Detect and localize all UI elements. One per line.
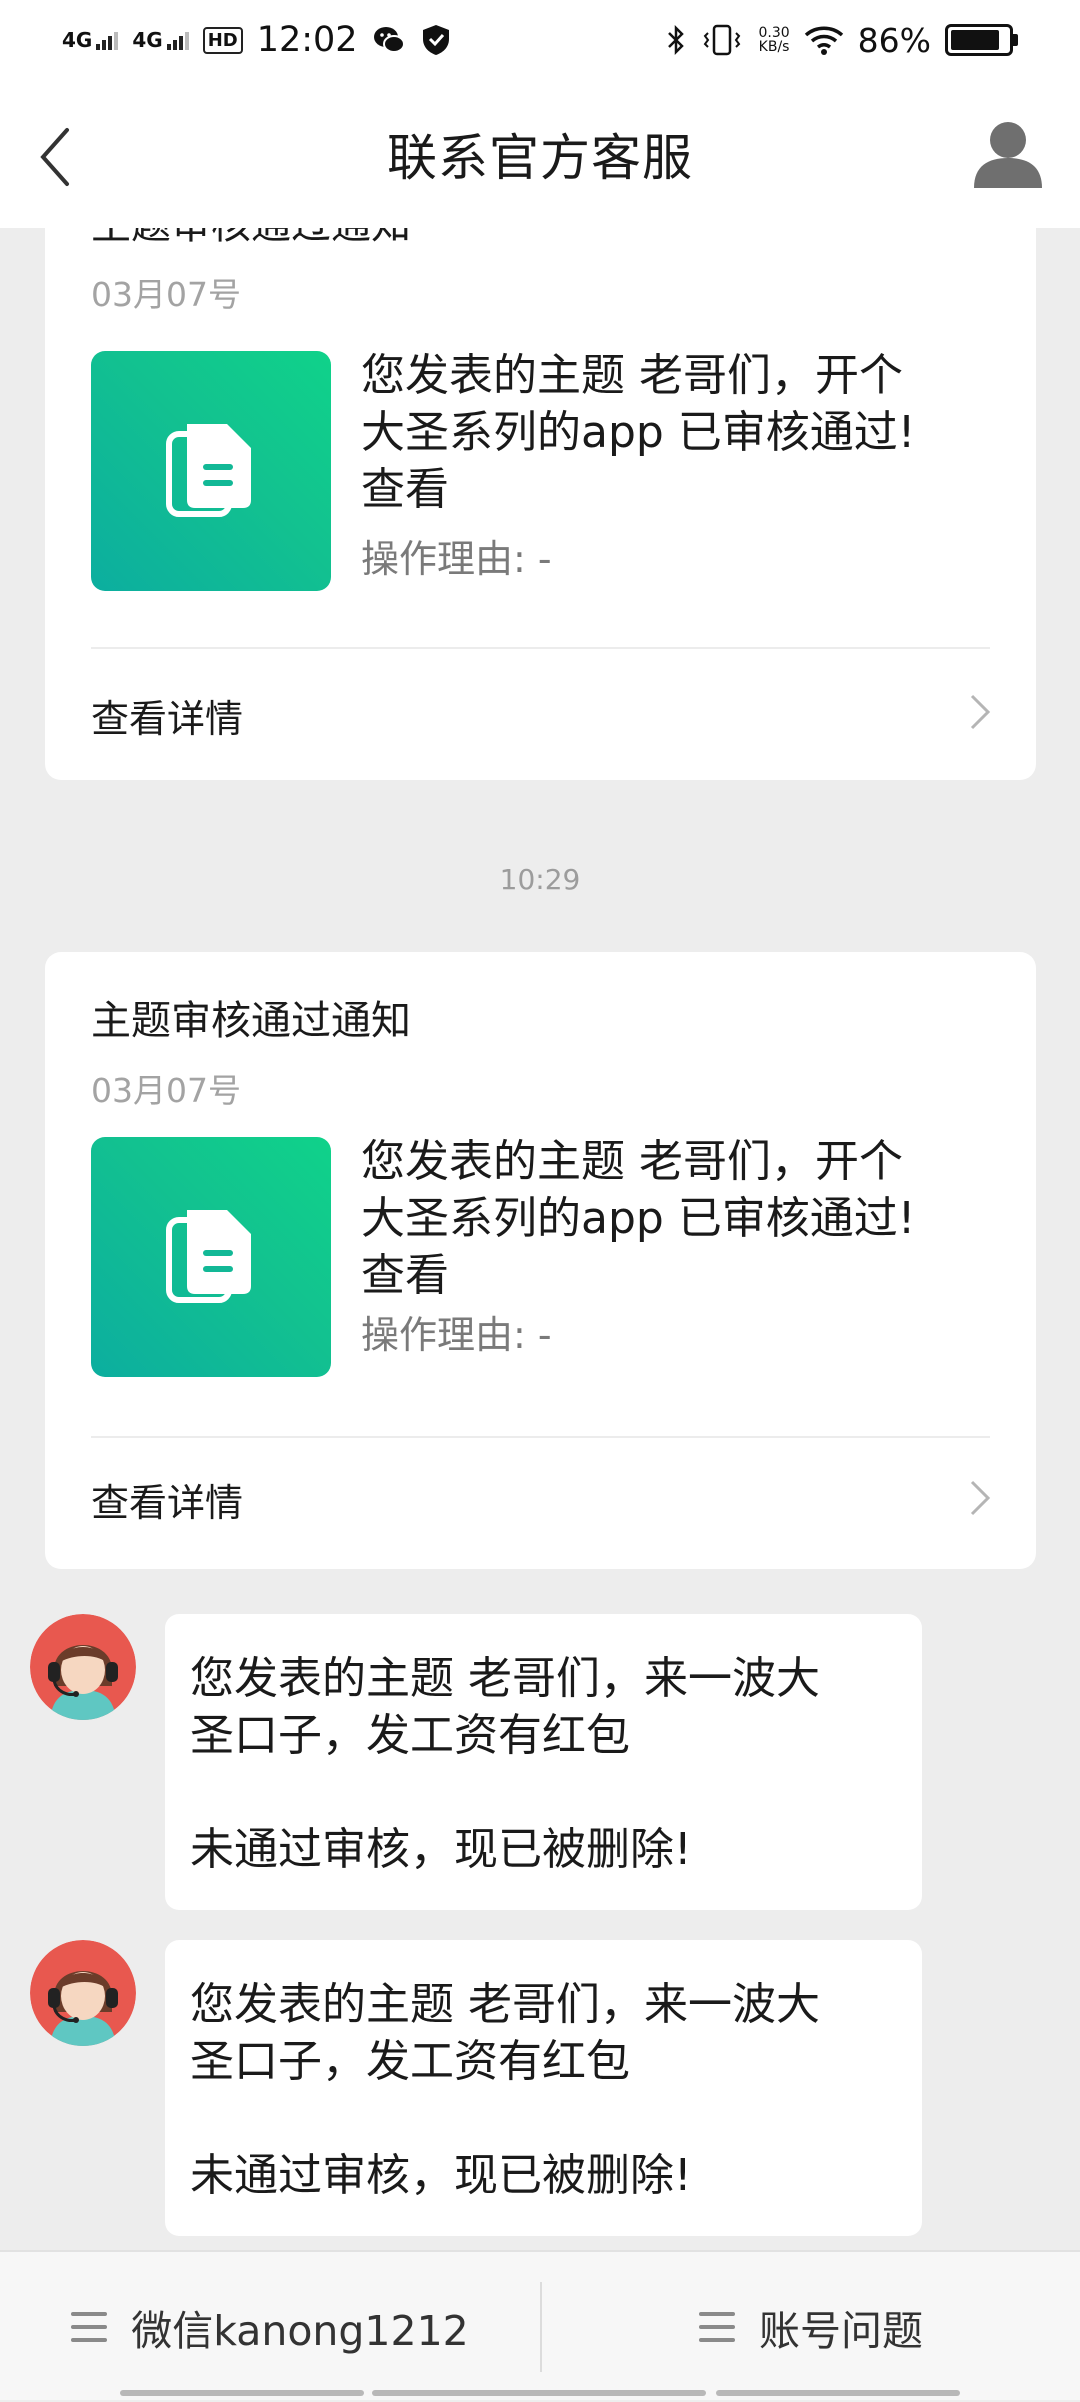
nav-bar: 联系官方客服 <box>0 80 1080 228</box>
vibrate-icon <box>704 24 741 56</box>
status-bar-left: 4G 4G HD 12:02 <box>62 20 452 60</box>
card-date: 03月07号 <box>91 1071 241 1110</box>
menu-icon <box>71 2312 108 2342</box>
gesture-indicator <box>716 2390 960 2396</box>
shield-icon <box>422 25 449 55</box>
message-line: 您发表的主题 老哥们，开个 <box>361 350 903 401</box>
user-profile-button[interactable] <box>972 118 1044 190</box>
support-agent-avatar-icon <box>30 1940 136 2046</box>
signal-4g-1: 4G <box>62 28 119 52</box>
message-line: 您发表的主题 老哥们，开个 <box>361 1136 903 1187</box>
support-agent-avatar-icon <box>30 1614 136 1720</box>
network-speed: 0.30 KB/s <box>758 26 789 54</box>
agent-avatar[interactable] <box>30 1940 136 2046</box>
document-thumbnail[interactable] <box>91 351 331 591</box>
battery-percent: 86% <box>857 20 931 60</box>
document-icon <box>166 424 251 517</box>
card-message: 您发表的主题 老哥们，开个 大圣系列的app 已审核通过! 查看 <box>361 1133 1001 1304</box>
wechat-icon <box>373 27 405 53</box>
message-line: 查看 <box>361 1250 449 1301</box>
bottom-menu-bar: 微信kanong1212 账号问题 <box>0 2250 1080 2400</box>
view-details-link[interactable]: 查看详情 <box>91 688 243 743</box>
menu-tab-label: 账号问题 <box>759 2307 923 2355</box>
document-icon <box>166 1210 251 1303</box>
status-bar: 4G 4G HD 12:02 0.30 KB/s 86% <box>0 0 1080 80</box>
card-reason: 操作理由: - <box>361 1313 552 1357</box>
message-line: 圣口子，发工资有红包 <box>190 2036 630 2087</box>
gesture-indicator <box>372 2390 706 2396</box>
bluetooth-icon <box>668 24 685 56</box>
message-line: 您发表的主题 老哥们，来一波大 <box>190 1653 820 1704</box>
card-date: 03月07号 <box>91 275 241 314</box>
menu-tab-account-issues[interactable]: 账号问题 <box>542 2252 1080 2402</box>
message-line: 查看 <box>361 464 449 515</box>
message-line: 圣口子，发工资有红包 <box>190 1710 630 1761</box>
message-line: 未通过审核，现已被删除! <box>190 2150 692 2201</box>
notification-card: 主题审核通过通知 03月07号 您发表的主题 老哥们，开个 大圣系列的app 已… <box>45 228 1036 780</box>
speed-unit: KB/s <box>758 39 790 55</box>
card-message: 您发表的主题 老哥们，开个 大圣系列的app 已审核通过! 查看 <box>361 347 1001 518</box>
card-divider <box>91 1436 990 1438</box>
chat-bubble: 您发表的主题 老哥们，来一波大 圣口子，发工资有红包 未通过审核，现已被删除! <box>165 1940 922 2236</box>
menu-icon <box>699 2312 735 2342</box>
chevron-right-icon <box>970 694 991 730</box>
wifi-icon <box>804 26 843 55</box>
message-line: 大圣系列的app 已审核通过! <box>361 1193 916 1244</box>
card-title: 主题审核通过通知 <box>91 228 411 250</box>
speed-value: 0.30 <box>758 25 790 41</box>
clock: 12:02 <box>256 20 358 60</box>
message-line: 未通过审核，现已被删除! <box>190 1824 692 1875</box>
message-line: 您发表的主题 老哥们，来一波大 <box>190 1979 820 2030</box>
view-details-link[interactable]: 查看详情 <box>91 1472 243 1527</box>
chevron-left-icon <box>40 128 69 186</box>
chat-timestamp: 10:29 <box>499 863 581 896</box>
battery-icon <box>945 24 1018 56</box>
menu-tab-label: 微信kanong1212 <box>131 2307 469 2355</box>
card-divider <box>91 647 990 649</box>
card-reason: 操作理由: - <box>361 537 552 581</box>
user-icon <box>974 122 1042 188</box>
notification-card: 主题审核通过通知 03月07号 您发表的主题 老哥们，开个 大圣系列的app 已… <box>45 952 1036 1569</box>
menu-tab-wechat[interactable]: 微信kanong1212 <box>0 2252 540 2402</box>
chat-bubble: 您发表的主题 老哥们，来一波大 圣口子，发工资有红包 未通过审核，现已被删除! <box>165 1614 922 1910</box>
agent-avatar[interactable] <box>30 1614 136 1720</box>
message-line: 大圣系列的app 已审核通过! <box>361 407 916 458</box>
chevron-right-icon <box>970 1480 991 1516</box>
gesture-indicator <box>120 2390 364 2396</box>
network-type-label: 4G <box>132 28 163 52</box>
chat-scroll-area[interactable]: 主题审核通过通知 03月07号 您发表的主题 老哥们，开个 大圣系列的app 已… <box>0 228 1080 2250</box>
status-bar-right: 0.30 KB/s 86% <box>666 21 1018 60</box>
page-title: 联系官方客服 <box>387 129 693 187</box>
document-thumbnail[interactable] <box>91 1137 331 1377</box>
back-button[interactable] <box>20 122 90 192</box>
hd-voice-badge: HD <box>202 26 243 54</box>
card-title: 主题审核通过通知 <box>91 998 411 1044</box>
battery-fill <box>951 30 1000 50</box>
signal-bars-icon <box>166 32 189 50</box>
network-type-label: 4G <box>62 28 93 52</box>
signal-bars-icon <box>96 32 119 50</box>
signal-4g-2: 4G <box>132 28 189 52</box>
